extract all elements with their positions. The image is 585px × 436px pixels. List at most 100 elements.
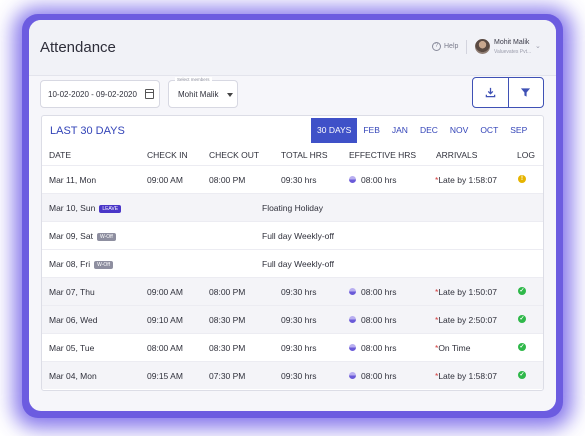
tab-feb[interactable]: FEB [357,118,386,143]
column-header-effective-hrs: EFFECTIVE HRS [349,150,417,160]
column-header-arrivals: ARRIVALS [436,150,478,160]
calendar-icon[interactable] [145,89,154,99]
row-date: Mar 06, Wed [49,315,98,325]
row-date: Mar 09, Sat W-Off [49,231,116,241]
row-arrival-value: Late by 2:50:07 [438,315,497,325]
check-circle-icon[interactable]: ✓ [518,315,526,323]
table-row[interactable]: Mar 07, Thu 09:00 AM 08:00 PM 09:30 hrs … [42,277,543,305]
row-check-out: 07:30 PM [209,371,246,381]
row-total-hrs: 09:30 hrs [281,315,317,325]
row-effective-value: 08:00 hrs [361,371,397,381]
row-date: Mar 07, Thu [49,287,95,297]
members-label: Select members [175,77,212,82]
row-total-hrs: 09:30 hrs [281,175,317,185]
table-row[interactable]: Mar 09, Sat W-Off Full day Weekly-off [42,221,543,249]
attendance-rows: Mar 11, Mon 09:00 AM 08:00 PM 09:30 hrs … [42,165,543,389]
weekly-off-badge: W-Off [94,260,113,269]
row-effective-value: 08:00 hrs [361,287,397,297]
table-row[interactable]: Mar 11, Mon 09:00 AM 08:00 PM 09:30 hrs … [42,165,543,193]
row-note: Full day Weekly-off [262,231,334,241]
row-effective-hrs: 08:00 hrs [349,287,396,297]
user-name[interactable]: Mohit Malik [494,39,529,46]
action-buttons [472,77,544,108]
row-effective-hrs: 08:00 hrs [349,315,396,325]
row-total-hrs: 09:30 hrs [281,343,317,353]
row-check-in: 09:10 AM [147,315,183,325]
members-value: Mohit Malik [178,90,219,99]
column-header-check-out: CHECK OUT [209,150,260,160]
row-check-out: 08:30 PM [209,315,246,325]
check-circle-icon[interactable]: ✓ [518,371,526,379]
row-arrival-value: Late by 1:58:07 [438,175,497,185]
row-arrival: *Late by 1:50:07 [435,287,497,297]
column-header-check-in: CHECK IN [147,150,188,160]
filter-icon [521,88,531,97]
members-select[interactable]: Select members Mohit Malik [168,77,238,108]
row-check-in: 09:15 AM [147,371,183,381]
row-effective-value: 08:00 hrs [361,175,397,185]
row-date-value: Mar 09, Sat [49,231,93,241]
caret-down-icon [227,93,233,97]
table-header: DATE CHECK IN CHECK OUT TOTAL HRS EFFECT… [42,143,543,165]
download-button[interactable] [473,78,508,107]
filter-button[interactable] [507,78,543,107]
row-arrival-value: On Time [438,343,471,353]
table-row[interactable]: Mar 06, Wed 09:10 AM 08:30 PM 09:30 hrs … [42,305,543,333]
row-arrival: *Late by 1:58:07 [435,175,497,185]
half-circle-icon [349,176,356,184]
tab-jan[interactable]: JAN [386,118,414,143]
half-circle-icon [349,288,356,296]
row-check-in: 09:00 AM [147,175,183,185]
table-row[interactable]: Mar 10, Sun LEAVE Floating Holiday [42,193,543,221]
month-tabs: 30 DAYS FEB JAN DEC NOV OCT SEP [311,118,533,143]
tab-dec[interactable]: DEC [414,118,444,143]
tab-30-days[interactable]: 30 DAYS [311,118,358,143]
row-check-in: 08:00 AM [147,343,183,353]
help-link[interactable]: ? Help [432,42,458,51]
row-arrival-value: Late by 1:58:07 [438,371,497,381]
exclamation-circle-icon[interactable]: ! [518,175,526,183]
table-row[interactable]: Mar 05, Tue 08:00 AM 08:30 PM 09:30 hrs … [42,333,543,361]
row-effective-hrs: 08:00 hrs [349,343,396,353]
table-row[interactable]: Mar 04, Mon 09:15 AM 07:30 PM 09:30 hrs … [42,361,543,389]
row-effective-value: 08:00 hrs [361,343,397,353]
row-date: Mar 08, Fri W-Off [49,259,113,269]
row-check-out: 08:30 PM [209,343,246,353]
row-arrival: *Late by 2:50:07 [435,315,497,325]
table-row[interactable]: Mar 08, Fri W-Off Full day Weekly-off [42,249,543,277]
row-date-value: Mar 08, Fri [49,259,91,269]
row-date-value: Mar 10, Sun [49,203,96,213]
top-bar: Attendance ? Help Mohit Malik Valuevates… [29,20,556,76]
date-range-value: 10-02-2020 - 09-02-2020 [48,89,137,99]
tab-nov[interactable]: NOV [444,118,474,143]
help-label: Help [444,43,459,50]
half-circle-icon [349,372,356,380]
column-header-total-hrs: TOTAL HRS [281,150,328,160]
check-circle-icon[interactable]: ✓ [518,287,526,295]
row-arrival-value: Late by 1:50:07 [438,287,497,297]
date-range-picker[interactable]: 10-02-2020 - 09-02-2020 [40,80,160,108]
card-title: LAST 30 DAYS [50,125,125,137]
row-check-out: 08:00 PM [209,175,246,185]
chevron-down-icon[interactable]: ⌄ [535,42,541,50]
row-check-in: 09:00 AM [147,287,183,297]
help-icon: ? [432,42,441,51]
half-circle-icon [349,344,356,352]
half-circle-icon [349,316,356,324]
row-date: Mar 04, Mon [49,371,97,381]
divider [466,40,467,54]
leave-badge: LEAVE [99,204,122,213]
column-header-date: DATE [49,150,72,160]
row-date: Mar 10, Sun LEAVE [49,203,122,213]
tab-oct[interactable]: OCT [474,118,504,143]
row-note: Floating Holiday [262,203,323,213]
check-circle-icon[interactable]: ✓ [518,343,526,351]
row-effective-value: 08:00 hrs [361,315,397,325]
row-note: Full day Weekly-off [262,259,334,269]
tab-sep[interactable]: SEP [504,118,533,143]
row-total-hrs: 09:30 hrs [281,371,317,381]
row-date: Mar 05, Tue [49,343,95,353]
row-arrival: *Late by 1:58:07 [435,371,497,381]
avatar[interactable] [475,39,490,54]
row-effective-hrs: 08:00 hrs [349,371,396,381]
